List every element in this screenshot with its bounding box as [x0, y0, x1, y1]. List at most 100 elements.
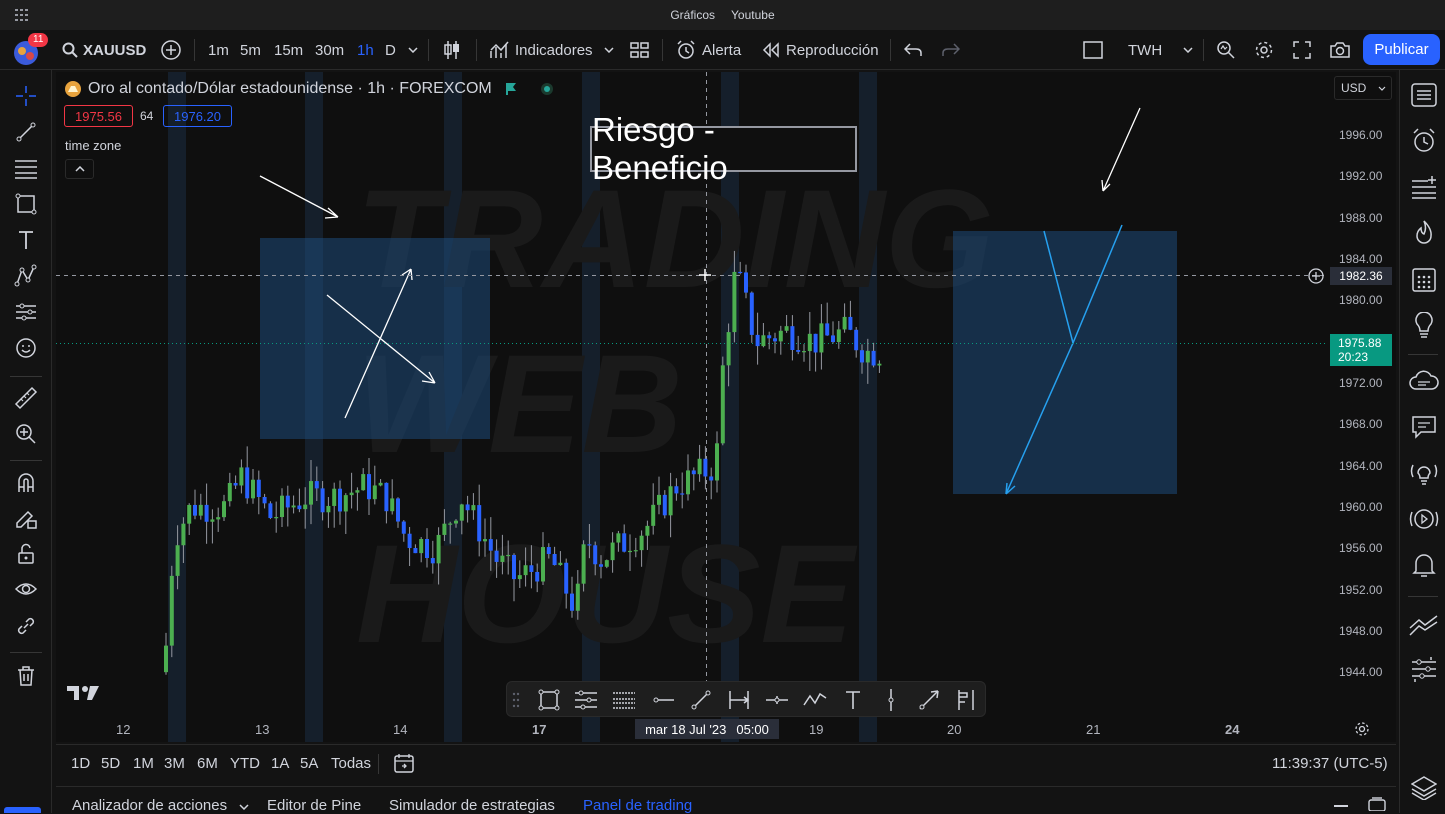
publish-button[interactable]: Publicar	[1363, 34, 1440, 65]
ideas-button[interactable]	[1409, 310, 1439, 340]
replay-button[interactable]: Reproducción	[762, 30, 879, 70]
vertical-line-icon[interactable]	[879, 688, 903, 712]
interval-15m[interactable]: 15m	[274, 30, 303, 70]
prediction-tool[interactable]	[12, 298, 40, 326]
quick-search-button[interactable]	[1216, 30, 1236, 70]
crosshair-tool[interactable]	[12, 82, 40, 110]
path-icon[interactable]	[803, 688, 827, 712]
dom-button[interactable]	[1409, 654, 1439, 684]
ask-price[interactable]: 1976.20	[163, 105, 232, 127]
measure-tool[interactable]	[12, 384, 40, 412]
currency-select[interactable]: USD	[1334, 76, 1392, 100]
lock-drawings-tool[interactable]	[12, 540, 40, 568]
range-5a[interactable]: 5A	[300, 755, 318, 772]
goto-date-icon[interactable]	[394, 753, 414, 773]
range-1m[interactable]: 1M	[133, 755, 154, 772]
range-5d[interactable]: 5D	[101, 755, 120, 772]
trading-button[interactable]	[1409, 610, 1439, 640]
interval-dropdown[interactable]	[408, 30, 418, 70]
compare-button[interactable]	[160, 30, 182, 70]
goto-realtime-button[interactable]	[1354, 721, 1370, 737]
calendar-button[interactable]	[1409, 264, 1439, 294]
trendline-tool[interactable]	[12, 118, 40, 146]
text-tool-icon[interactable]	[841, 688, 865, 712]
arrow-tool-icon[interactable]	[917, 688, 941, 712]
symbol-legend[interactable]: Oro al contado/Dólar estadounidense · 1h…	[64, 80, 554, 98]
rectangle-tool-icon[interactable]	[537, 688, 561, 712]
interval-d[interactable]: D	[385, 30, 396, 70]
range-6m[interactable]: 6M	[197, 755, 218, 772]
watchlist-button[interactable]	[1409, 80, 1439, 110]
tab-strategy-tester[interactable]: Simulador de estrategias	[389, 797, 555, 814]
risk-reward-text-box[interactable]: Riesgo - Beneficio	[590, 111, 857, 186]
interval-5m[interactable]: 5m	[240, 30, 261, 70]
minimize-panel-button[interactable]	[1334, 805, 1348, 807]
magnet-tool[interactable]	[12, 468, 40, 496]
zoom-tool[interactable]	[12, 420, 40, 448]
bid-price[interactable]: 1975.56	[64, 105, 133, 127]
pattern-icon	[14, 264, 37, 287]
chart-pane[interactable]: TRADING WEB HOUSE Oro al contado/Dólar e…	[56, 72, 1396, 742]
clock-timezone[interactable]: 11:39:37 (UTC-5)	[1272, 755, 1388, 772]
shapes-tool[interactable]	[12, 190, 40, 218]
layers-button[interactable]	[1409, 773, 1439, 803]
long-position-icon[interactable]	[955, 688, 979, 712]
range-1a[interactable]: 1A	[271, 755, 289, 772]
alerts-panel-button[interactable]	[1409, 126, 1439, 156]
tradingview-logo[interactable]	[66, 683, 100, 708]
tab-trading-panel[interactable]: Panel de trading	[583, 797, 692, 814]
layout-name[interactable]: TWH	[1128, 30, 1162, 70]
layout-dropdown[interactable]	[1183, 30, 1193, 70]
indicators-button[interactable]: Indicadores	[490, 30, 593, 70]
symbol-search[interactable]: XAUUSD	[62, 30, 146, 70]
drag-handle-icon[interactable]	[511, 688, 521, 712]
tab-stock-screener[interactable]: Analizador de acciones	[72, 797, 249, 814]
technicals-button[interactable]	[1409, 458, 1439, 488]
range-all[interactable]: Todas	[331, 755, 371, 772]
flag-icon[interactable]	[504, 82, 518, 96]
parallel-channel-icon[interactable]	[574, 688, 598, 712]
emoji-tool[interactable]	[12, 334, 40, 362]
range-ytd[interactable]: YTD	[230, 755, 260, 772]
object-tree-button[interactable]	[1409, 172, 1439, 202]
risk-zone-left[interactable]	[260, 238, 490, 439]
interval-1h[interactable]: 1h	[357, 30, 374, 70]
add-alert-crosshair[interactable]	[1307, 267, 1325, 285]
templates-button[interactable]	[629, 30, 649, 70]
snapshot-button[interactable]	[1329, 30, 1351, 70]
redo-button[interactable]	[942, 30, 960, 70]
hide-drawings-tool[interactable]	[12, 576, 40, 604]
range-3m[interactable]: 3M	[164, 755, 185, 772]
date-range-icon[interactable]	[727, 688, 751, 712]
notifications-button[interactable]	[1409, 550, 1439, 580]
app-grid-icon[interactable]	[15, 9, 29, 21]
text-tool[interactable]	[12, 226, 40, 254]
range-1d[interactable]: 1D	[71, 755, 90, 772]
settings-button[interactable]	[1254, 30, 1274, 70]
fib-retracement-icon[interactable]	[612, 688, 636, 712]
fibonacci-tool[interactable]	[12, 154, 40, 182]
cross-line-icon[interactable]	[765, 688, 789, 712]
hotlists-button[interactable]	[1409, 218, 1439, 248]
drawing-mode-tool[interactable]	[12, 504, 40, 532]
chart-type-button[interactable]	[443, 30, 461, 70]
tab-pine-editor[interactable]: Editor de Pine	[267, 797, 361, 814]
horizontal-ray-icon[interactable]	[651, 688, 675, 712]
user-avatar[interactable]: 11	[10, 30, 49, 70]
maximize-panel-icon[interactable]	[1368, 797, 1386, 811]
interval-1m[interactable]: 1m	[208, 30, 229, 70]
trendline-tool-icon[interactable]	[689, 688, 713, 712]
live-button[interactable]	[1409, 504, 1439, 534]
chats-button[interactable]	[1409, 412, 1439, 442]
alert-button[interactable]: Alerta	[676, 30, 741, 70]
delete-drawings-tool[interactable]	[12, 662, 40, 690]
indicators-dropdown[interactable]	[604, 30, 614, 70]
link-tool[interactable]	[12, 612, 40, 640]
layout-select-button[interactable]	[1083, 30, 1103, 70]
fullscreen-button[interactable]	[1293, 30, 1311, 70]
collapse-legend-button[interactable]	[65, 159, 94, 179]
interval-30m[interactable]: 30m	[315, 30, 344, 70]
patterns-tool[interactable]	[12, 262, 40, 290]
undo-button[interactable]	[904, 30, 922, 70]
streams-button[interactable]	[1409, 366, 1439, 396]
